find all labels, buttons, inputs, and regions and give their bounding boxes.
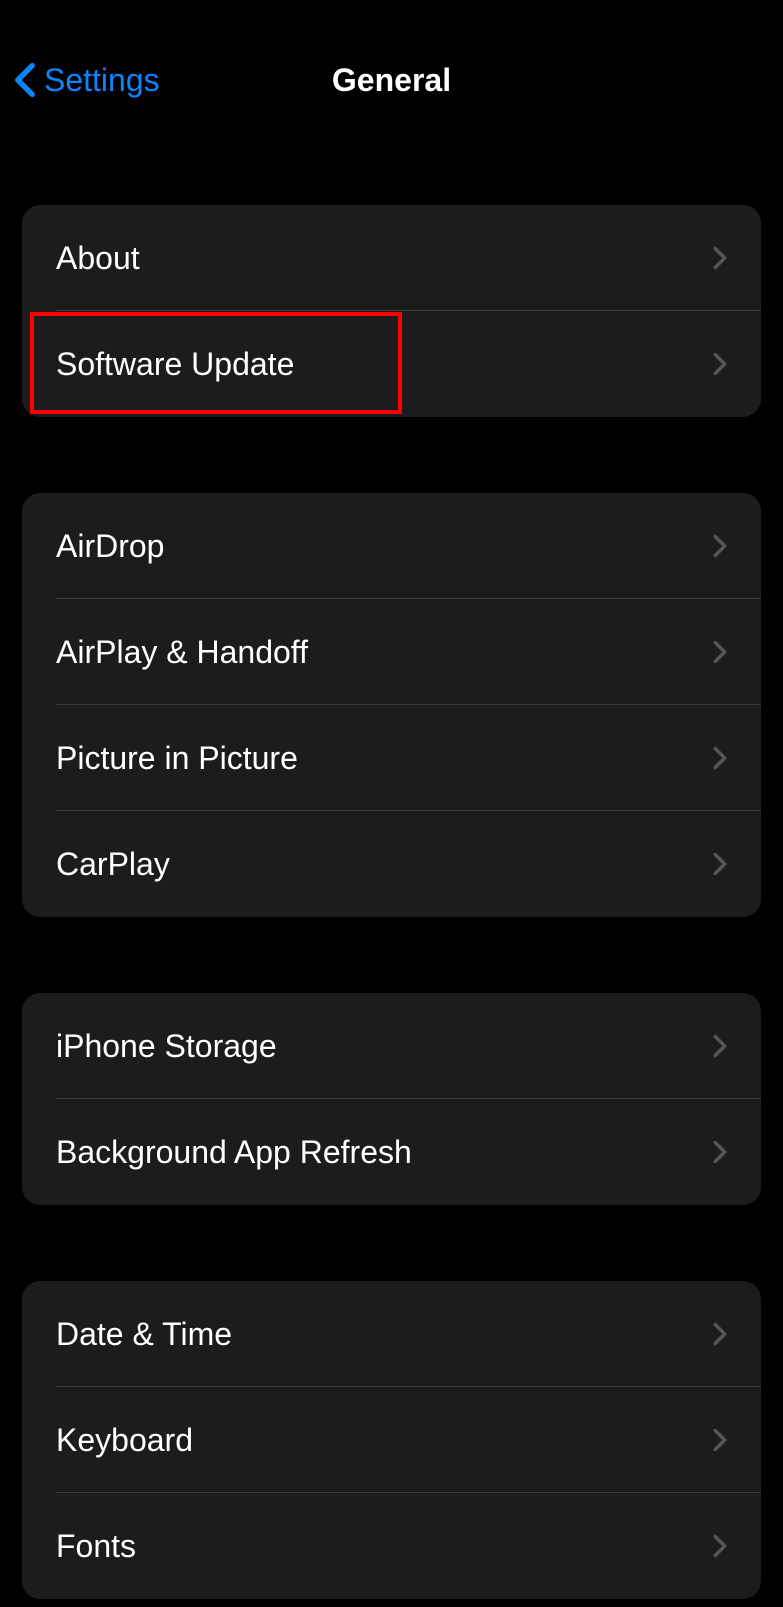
row-about[interactable]: About [22, 205, 761, 311]
chevron-right-icon [713, 852, 727, 876]
row-label: Date & Time [56, 1316, 232, 1353]
row-label: About [56, 240, 140, 277]
row-label: Fonts [56, 1528, 136, 1565]
row-airplay-handoff[interactable]: AirPlay & Handoff [22, 599, 761, 705]
row-label: AirDrop [56, 528, 164, 565]
content-area: About Software Update AirDrop AirPlay & … [0, 205, 783, 1599]
section-datetime: Date & Time Keyboard Fonts [22, 1281, 761, 1599]
row-iphone-storage[interactable]: iPhone Storage [22, 993, 761, 1099]
section-airdrop: AirDrop AirPlay & Handoff Picture in Pic… [22, 493, 761, 917]
back-button[interactable]: Settings [10, 62, 160, 99]
row-keyboard[interactable]: Keyboard [22, 1387, 761, 1493]
page-title: General [332, 62, 451, 99]
row-software-update[interactable]: Software Update [22, 311, 761, 417]
section-storage: iPhone Storage Background App Refresh [22, 993, 761, 1205]
chevron-right-icon [713, 1034, 727, 1058]
chevron-left-icon [14, 62, 36, 98]
row-label: iPhone Storage [56, 1028, 277, 1065]
row-label: Software Update [56, 346, 294, 383]
chevron-right-icon [713, 640, 727, 664]
row-label: Background App Refresh [56, 1134, 412, 1171]
row-date-time[interactable]: Date & Time [22, 1281, 761, 1387]
navigation-bar: Settings General [0, 35, 783, 125]
chevron-right-icon [713, 746, 727, 770]
row-fonts[interactable]: Fonts [22, 1493, 761, 1599]
chevron-right-icon [713, 1534, 727, 1558]
row-label: AirPlay & Handoff [56, 634, 308, 671]
chevron-right-icon [713, 1322, 727, 1346]
chevron-right-icon [713, 1428, 727, 1452]
row-picture-in-picture[interactable]: Picture in Picture [22, 705, 761, 811]
chevron-right-icon [713, 1140, 727, 1164]
chevron-right-icon [713, 534, 727, 558]
row-carplay[interactable]: CarPlay [22, 811, 761, 917]
back-label: Settings [44, 62, 160, 99]
section-about: About Software Update [22, 205, 761, 417]
row-label: Picture in Picture [56, 740, 298, 777]
row-background-app-refresh[interactable]: Background App Refresh [22, 1099, 761, 1205]
row-label: CarPlay [56, 846, 170, 883]
row-label: Keyboard [56, 1422, 193, 1459]
row-airdrop[interactable]: AirDrop [22, 493, 761, 599]
chevron-right-icon [713, 246, 727, 270]
chevron-right-icon [713, 352, 727, 376]
